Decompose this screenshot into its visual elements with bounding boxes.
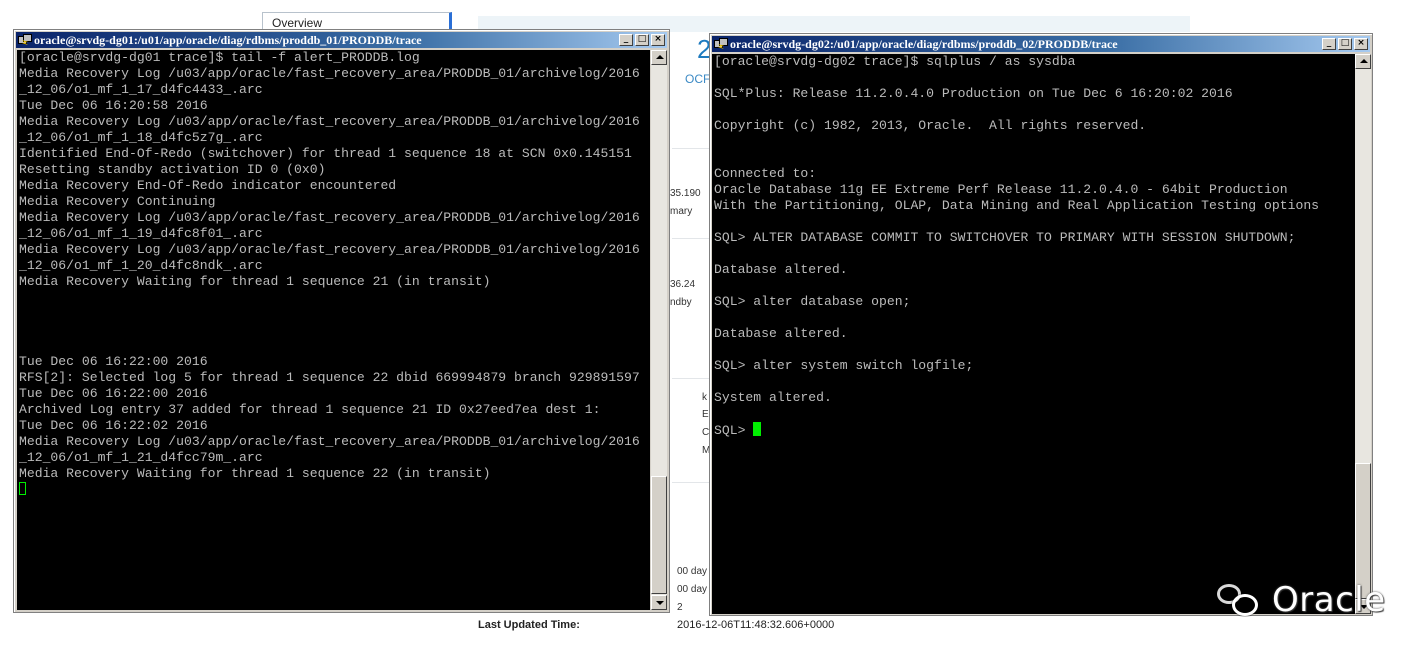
divider	[672, 148, 712, 149]
terminal-line: Database altered.	[714, 262, 848, 277]
maximize-button[interactable]: □	[635, 34, 649, 46]
terminal-line: Resetting standby activation ID 0 (0x0)	[19, 162, 326, 177]
terminal-line: _12_06/o1_mf_1_21_d4fcc79m_.arc	[19, 450, 263, 465]
terminal-line: _12_06/o1_mf_1_19_d4fc8f01_.arc	[19, 226, 263, 241]
terminal-line: Media Recovery Continuing	[19, 194, 216, 209]
bg-ip-fragment: 36.24	[670, 279, 696, 290]
terminal-line: _12_06/o1_mf_1_20_d4fc8ndk_.arc	[19, 258, 263, 273]
terminal-line: RFS[2]: Selected log 5 for thread 1 sequ…	[19, 370, 640, 385]
terminal-line: Media Recovery Waiting for thread 1 sequ…	[19, 274, 491, 289]
bg-role-fragment: ndby	[670, 297, 692, 308]
bg-duration-fragment: 00 day	[677, 584, 708, 595]
terminal-line: Media Recovery Log /u03/app/oracle/fast_…	[19, 114, 640, 129]
terminal-line: Media Recovery End-Of-Redo indicator enc…	[19, 178, 397, 193]
terminal-line: Connected to:	[714, 166, 817, 181]
vertical-scrollbar[interactable]	[651, 50, 667, 610]
close-button[interactable]: ×	[651, 34, 665, 46]
terminal-line: Tue Dec 06 16:22:02 2016	[19, 418, 208, 433]
wechat-icon	[1216, 580, 1268, 620]
terminal-line: SQL> ALTER DATABASE COMMIT TO SWITCHOVER…	[714, 230, 1296, 245]
terminal-line: Oracle Database 11g EE Extreme Perf Rele…	[714, 182, 1288, 197]
window-title: oracle@srvdg-dg02:/u01/app/oracle/diag/r…	[730, 36, 1118, 51]
terminal-line: Media Recovery Log /u03/app/oracle/fast_…	[19, 210, 640, 225]
putty-window-dg01[interactable]: oracle@srvdg-dg01:/u01/app/oracle/diag/r…	[13, 29, 670, 613]
terminal-line: Database altered.	[714, 326, 848, 341]
putty-icon	[18, 34, 32, 46]
sql-prompt-line[interactable]: SQL>	[712, 422, 1355, 438]
scroll-up-arrow-icon[interactable]	[651, 50, 667, 65]
terminal-line: SQL> alter database open;	[714, 294, 911, 309]
terminal-line: Tue Dec 06 16:22:00 2016	[19, 386, 208, 401]
terminal-screen[interactable]: [oracle@srvdg-dg01 trace]$ tail -f alert…	[17, 50, 650, 610]
bg-fragment: E	[702, 409, 709, 420]
terminal-line: SQL> alter system switch logfile;	[714, 358, 974, 373]
window-title: oracle@srvdg-dg01:/u01/app/oracle/diag/r…	[34, 32, 422, 47]
last-updated-label: Last Updated Time:	[478, 619, 580, 631]
terminal-line: _12_06/o1_mf_1_17_d4fc4433_.arc	[19, 82, 263, 97]
terminal-line: Identified End-Of-Redo (switchover) for …	[19, 146, 632, 161]
terminal-line: System altered.	[714, 390, 832, 405]
bg-duration-fragment: 00 day	[677, 566, 708, 577]
bg-role-fragment: mary	[670, 206, 693, 217]
vertical-scrollbar[interactable]	[1355, 54, 1371, 614]
terminal-line: Media Recovery Log /u03/app/oracle/fast_…	[19, 434, 640, 449]
terminal-screen[interactable]: [oracle@srvdg-dg02 trace]$ sqlplus / as …	[712, 54, 1355, 614]
last-updated-value: 2016-12-06T11:48:32.606+0000	[677, 619, 835, 631]
terminal-line: [oracle@srvdg-dg01 trace]$ tail -f alert…	[19, 50, 420, 65]
watermark-text: Oracle	[1272, 580, 1386, 620]
putty-icon	[714, 38, 728, 50]
minimize-button[interactable]: _	[619, 34, 633, 46]
terminal-line: Tue Dec 06 16:20:58 2016	[19, 98, 208, 113]
terminal-line: SQL*Plus: Release 11.2.0.4.0 Production …	[714, 86, 1233, 101]
maximize-button[interactable]: □	[1338, 38, 1352, 50]
sql-prompt: SQL>	[714, 423, 754, 438]
scroll-up-arrow-icon[interactable]	[1355, 54, 1371, 69]
watermark: Oracle	[1216, 580, 1386, 620]
terminal-line: Media Recovery Log /u03/app/oracle/fast_…	[19, 242, 640, 257]
divider	[672, 238, 712, 239]
titlebar[interactable]: oracle@srvdg-dg02:/u01/app/oracle/diag/r…	[712, 36, 1370, 52]
terminal-line: Tue Dec 06 16:22:00 2016	[19, 354, 208, 369]
titlebar[interactable]: oracle@srvdg-dg01:/u01/app/oracle/diag/r…	[16, 32, 667, 48]
terminal-line: _12_06/o1_mf_1_18_d4fc5z7g_.arc	[19, 130, 263, 145]
cursor-line	[17, 482, 650, 498]
terminal-line: [oracle@srvdg-dg02 trace]$ sqlplus / as …	[714, 54, 1076, 69]
scroll-down-arrow-icon[interactable]	[651, 595, 667, 610]
terminal-line: Copyright (c) 1982, 2013, Oracle. All ri…	[714, 118, 1147, 133]
terminal-cursor	[19, 482, 26, 495]
bg-count-fragment: 2	[677, 602, 683, 613]
divider	[672, 482, 712, 483]
close-button[interactable]: ×	[1354, 38, 1368, 50]
background-ocp-label: OCF	[685, 72, 711, 86]
bg-fragment: k	[702, 392, 707, 403]
terminal-line: Media Recovery Waiting for thread 1 sequ…	[19, 466, 491, 481]
scrollbar-thumb[interactable]	[1355, 463, 1371, 599]
terminal-line: With the Partitioning, OLAP, Data Mining…	[714, 198, 1320, 213]
terminal-line: Media Recovery Log /u03/app/oracle/fast_…	[19, 66, 640, 81]
terminal-line: Archived Log entry 37 added for thread 1…	[19, 402, 601, 417]
minimize-button[interactable]: _	[1322, 38, 1336, 50]
bg-ip-fragment: 35.190	[670, 188, 701, 199]
scrollbar-thumb[interactable]	[651, 476, 667, 594]
terminal-cursor	[753, 422, 762, 436]
putty-window-dg02[interactable]: oracle@srvdg-dg02:/u01/app/oracle/diag/r…	[709, 33, 1373, 616]
divider	[672, 378, 712, 379]
